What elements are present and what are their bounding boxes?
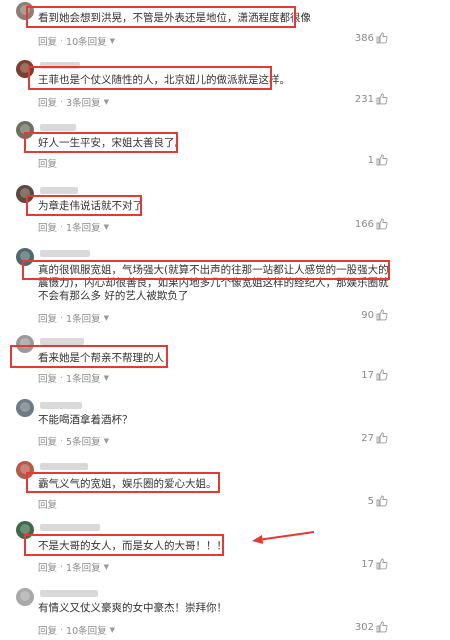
triangle-down-icon[interactable]: ▼	[104, 223, 109, 231]
comment-meta: 回复 · 5条回复 ▼	[38, 434, 109, 449]
comment-text: 不是大哥的女人，而是女人的大哥！！！	[38, 540, 227, 552]
thread-count[interactable]: 10条回复	[66, 623, 107, 637]
comment-text: 好人一生平安，宋姐太善良了。	[38, 137, 185, 149]
triangle-down-icon[interactable]: ▼	[104, 563, 109, 571]
comment-meta: 回复 · 1条回复 ▼	[38, 371, 109, 386]
like-count[interactable]: 27	[361, 432, 388, 444]
reply-link[interactable]: 回复	[38, 311, 57, 325]
thumbs-up-icon[interactable]	[376, 621, 388, 633]
avatar[interactable]	[16, 399, 34, 417]
reply-link[interactable]: 回复	[38, 95, 57, 109]
comment-text: 霸气义气的宽姐，娱乐圈的爱心大姐。	[38, 478, 217, 490]
comment-meta: 回复	[38, 156, 57, 170]
like-number: 17	[361, 558, 374, 570]
like-number: 166	[354, 218, 374, 230]
reply-link[interactable]: 回复	[38, 623, 57, 637]
username[interactable]	[40, 463, 88, 470]
reply-link[interactable]: 回复	[38, 34, 57, 48]
username[interactable]	[40, 187, 78, 194]
avatar[interactable]	[16, 185, 34, 203]
comment-meta: 回复	[38, 497, 57, 511]
comment-text: 王菲也是个仗义随性的人，北京妞儿的做派就是这样。	[38, 74, 290, 86]
thumbs-up-icon[interactable]	[376, 369, 388, 381]
like-count[interactable]: 302	[355, 621, 388, 633]
avatar[interactable]	[16, 60, 34, 78]
thumbs-up-icon[interactable]	[376, 309, 388, 321]
like-count[interactable]: 166	[355, 218, 388, 230]
like-number: 27	[361, 432, 374, 444]
reply-link[interactable]: 回复	[38, 371, 57, 385]
like-number: 231	[354, 93, 374, 105]
avatar[interactable]	[16, 521, 34, 539]
like-count[interactable]: 386	[355, 32, 388, 44]
reply-link[interactable]: 回复	[38, 497, 57, 511]
thread-count[interactable]: 1条回复	[66, 371, 101, 385]
avatar[interactable]	[16, 121, 34, 139]
comment-text: 不能喝酒拿着酒杯？	[38, 414, 133, 426]
thumbs-up-icon[interactable]	[376, 93, 388, 105]
reply-link[interactable]: 回复	[38, 220, 57, 234]
comment-meta: 回复 · 10条回复 ▼	[38, 623, 116, 638]
comment-text: 真的很佩服宽姐，气场强大(就算不出声的往那一站都让人感觉的一股强大的震慑力)，内…	[38, 264, 389, 302]
triangle-down-icon[interactable]: ▼	[104, 314, 109, 322]
thumbs-up-icon[interactable]	[376, 218, 388, 230]
triangle-down-icon[interactable]: ▼	[104, 374, 109, 382]
avatar[interactable]	[16, 248, 34, 266]
triangle-down-icon[interactable]: ▼	[110, 626, 115, 634]
reply-link[interactable]: 回复	[38, 434, 57, 448]
thread-count[interactable]: 1条回复	[66, 560, 101, 574]
triangle-down-icon[interactable]: ▼	[104, 437, 109, 445]
like-number: 302	[354, 621, 374, 633]
comment-text: 为章走伟说话就不对了	[38, 200, 143, 212]
like-number: 90	[361, 309, 374, 321]
avatar[interactable]	[16, 588, 34, 606]
thread-count[interactable]: 1条回复	[66, 220, 101, 234]
username[interactable]	[40, 250, 90, 257]
like-number: 386	[354, 32, 374, 44]
like-number: 5	[367, 495, 374, 507]
avatar[interactable]	[16, 461, 34, 479]
like-count[interactable]: 90	[361, 309, 388, 321]
comment-text: 有情义又仗义豪爽的女中豪杰！崇拜你！	[38, 602, 227, 614]
like-count[interactable]: 5	[368, 495, 388, 507]
username[interactable]	[40, 124, 76, 131]
thumbs-up-icon[interactable]	[376, 495, 388, 507]
username[interactable]	[40, 402, 82, 409]
thumbs-up-icon[interactable]	[376, 558, 388, 570]
like-number: 1	[367, 154, 374, 166]
thumbs-up-icon[interactable]	[376, 32, 388, 44]
avatar[interactable]	[16, 2, 34, 20]
username[interactable]	[40, 590, 98, 597]
avatar[interactable]	[16, 335, 34, 353]
username[interactable]	[40, 524, 100, 531]
like-number: 17	[361, 369, 374, 381]
reply-link[interactable]: 回复	[38, 560, 57, 574]
comment-meta: 回复 · 1条回复 ▼	[38, 560, 109, 575]
username[interactable]	[40, 62, 80, 69]
thread-count[interactable]: 5条回复	[66, 434, 101, 448]
thread-count[interactable]: 3条回复	[66, 95, 101, 109]
thread-count[interactable]: 10条回复	[66, 34, 107, 48]
thumbs-up-icon[interactable]	[376, 432, 388, 444]
thumbs-up-icon[interactable]	[376, 154, 388, 166]
comment-text: 看来她是个帮亲不帮理的人	[38, 352, 164, 364]
reply-link[interactable]: 回复	[38, 156, 57, 170]
comment-meta: 回复 · 1条回复 ▼	[38, 220, 109, 235]
comment-meta: 回复 · 1条回复 ▼	[38, 311, 109, 326]
triangle-down-icon[interactable]: ▼	[110, 37, 115, 45]
like-count[interactable]: 17	[361, 369, 388, 381]
thread-count[interactable]: 1条回复	[66, 311, 101, 325]
like-count[interactable]: 231	[355, 93, 388, 105]
arrow-annotation-icon	[252, 531, 315, 544]
username[interactable]	[40, 338, 84, 345]
comment-meta: 回复 · 10条回复 ▼	[38, 34, 116, 49]
triangle-down-icon[interactable]: ▼	[104, 98, 109, 106]
like-count[interactable]: 17	[361, 558, 388, 570]
like-count[interactable]: 1	[368, 154, 388, 166]
comment-meta: 回复 · 3条回复 ▼	[38, 95, 109, 110]
comment-text: 看到她会想到洪晃，不管是外表还是地位，潇洒程度都很像	[38, 12, 311, 24]
